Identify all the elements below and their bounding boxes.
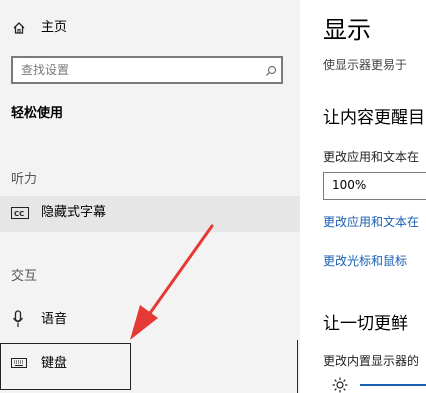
annotation-arrow xyxy=(130,224,214,340)
